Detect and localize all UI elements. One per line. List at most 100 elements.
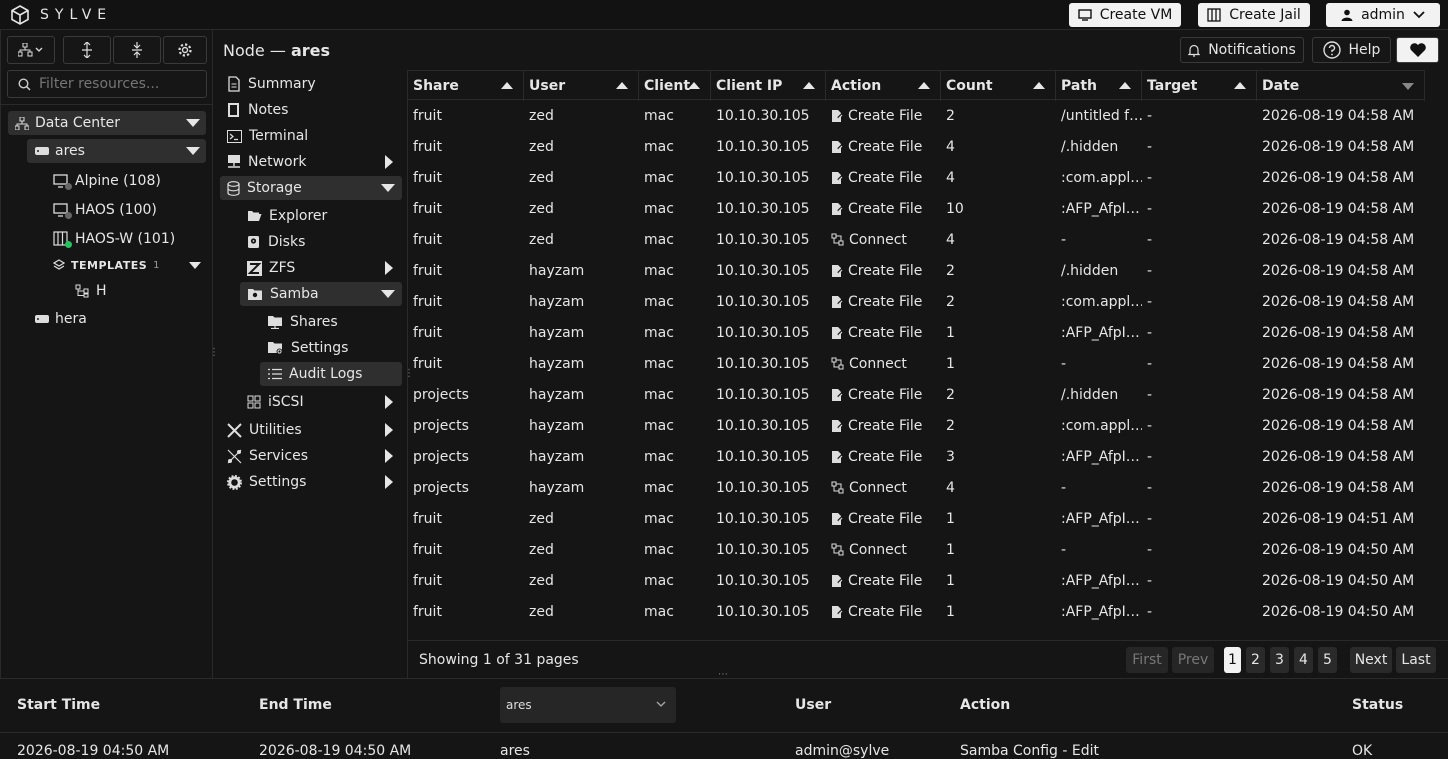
caret-down-icon[interactable]	[189, 262, 201, 269]
menu-iscsi[interactable]: iSCSI	[247, 390, 397, 414]
cell-client: mac	[644, 200, 674, 217]
tree-item-vm-alpine[interactable]: Alpine (108)	[53, 169, 161, 193]
col-start-time[interactable]: Start Time	[17, 697, 100, 713]
tree-item-node-hera[interactable]: hera	[35, 307, 87, 331]
sort-desc-icon[interactable]	[1402, 83, 1414, 90]
menu-samba[interactable]: Samba	[240, 282, 402, 306]
sort-asc-icon[interactable]	[1033, 82, 1045, 89]
sort-asc-icon[interactable]	[501, 82, 513, 89]
sort-asc-icon[interactable]	[688, 82, 700, 89]
menu-shares[interactable]: Shares	[267, 310, 338, 334]
tree-item-templates[interactable]: TEMPLATES 1	[53, 253, 206, 277]
table-row[interactable]: fruit zed mac 10.10.30.105 Connect 4 - - 2026-08…	[408, 224, 1425, 255]
sort-asc-icon[interactable]	[918, 82, 930, 89]
caret-down-icon[interactable]	[186, 119, 200, 127]
server-icon	[35, 315, 49, 323]
menu-terminal[interactable]: Terminal	[227, 124, 308, 148]
app-logo[interactable]: SYLVE	[10, 5, 112, 25]
sort-asc-icon[interactable]	[616, 82, 628, 89]
first-page-button[interactable]: First	[1126, 647, 1168, 673]
caret-down-icon[interactable]	[186, 147, 200, 155]
template-icon	[75, 284, 89, 298]
create-vm-button[interactable]: Create VM	[1069, 3, 1181, 27]
donate-button[interactable]	[1396, 37, 1439, 63]
page-button-5[interactable]: 5	[1318, 647, 1337, 673]
col-action[interactable]: Action	[960, 697, 1010, 713]
col-end-time[interactable]: End Time	[259, 697, 332, 713]
menu-settings[interactable]: Settings	[227, 470, 397, 494]
table-row[interactable]: fruit zed mac 10.10.30.105 Connect 1 - - 2026-08…	[408, 534, 1425, 565]
expand-all-button[interactable]	[63, 36, 111, 64]
table-row[interactable]: fruit zed mac 10.10.30.105 Create File 1:AFP_…	[408, 596, 1425, 627]
cell-date: 2026-08-19 04:50 AM	[1262, 603, 1415, 620]
menu-notes[interactable]: Notes	[227, 98, 288, 122]
last-page-button[interactable]: Last	[1396, 647, 1436, 673]
page-button-3[interactable]: 3	[1270, 647, 1289, 673]
menu-audit-logs[interactable]: Audit Logs	[260, 362, 402, 386]
tree-settings-button[interactable]	[163, 36, 207, 64]
tree-item-node-ares[interactable]: ares	[27, 139, 206, 163]
table-row[interactable]: projects hayzam mac 10.10.30.105 Create File…	[408, 410, 1425, 441]
prev-page-button[interactable]: Prev	[1172, 647, 1214, 673]
col-user[interactable]: User	[795, 697, 831, 713]
page-button-4[interactable]: 4	[1294, 647, 1313, 673]
table-row[interactable]: fruit zed mac 10.10.30.105 Create File 1:AFP_…	[408, 503, 1425, 534]
tree-view-dropdown[interactable]	[7, 36, 55, 64]
tree-item-vm-haos[interactable]: HAOS (100)	[53, 198, 157, 222]
table-row[interactable]: fruit hayzam mac 10.10.30.105 Create File 2:c…	[408, 286, 1425, 317]
column-header-action[interactable]: Action	[826, 71, 941, 101]
table-row[interactable]: projects hayzam mac 10.10.30.105 Create File…	[408, 379, 1425, 410]
column-header-user[interactable]: User	[524, 71, 639, 101]
connect-icon	[831, 233, 844, 246]
next-page-button[interactable]: Next	[1350, 647, 1392, 673]
collapse-all-button[interactable]	[113, 36, 161, 64]
cell-count: 2	[946, 262, 955, 279]
menu-samba-settings[interactable]: Settings	[267, 336, 348, 360]
page-button-2[interactable]: 2	[1246, 647, 1265, 673]
column-header-count[interactable]: Count	[941, 71, 1056, 101]
sort-asc-icon[interactable]	[803, 82, 815, 89]
table-row[interactable]: fruit zed mac 10.10.30.105 Create File 4:com.…	[408, 162, 1425, 193]
search-icon	[18, 77, 31, 91]
table-row[interactable]: projects hayzam mac 10.10.30.105 Create File…	[408, 441, 1425, 472]
column-header-client-ip[interactable]: Client IP	[711, 71, 826, 101]
menu-disks[interactable]: Disks	[247, 230, 305, 254]
table-row[interactable]: projects hayzam mac 10.10.30.105 Connect 4 - - 2…	[408, 472, 1425, 503]
column-header-target[interactable]: Target	[1142, 71, 1257, 101]
column-header-path[interactable]: Path	[1056, 71, 1142, 101]
column-header-share[interactable]: Share	[408, 71, 524, 101]
menu-summary[interactable]: Summary	[227, 72, 316, 96]
menu-explorer[interactable]: Explorer	[247, 204, 327, 228]
table-row[interactable]: fruit hayzam mac 10.10.30.105 Create File 2 /.…	[408, 255, 1425, 286]
sort-asc-icon[interactable]	[1119, 82, 1131, 89]
page-button-1[interactable]: 1	[1224, 647, 1241, 673]
cell-share: fruit	[413, 169, 442, 186]
table-row[interactable]: fruit hayzam mac 10.10.30.105 Create File 1:A…	[408, 317, 1425, 348]
tree-item-template-h[interactable]: H	[75, 279, 107, 303]
cell-client-ip: 10.10.30.105	[716, 231, 810, 248]
sort-asc-icon[interactable]	[1234, 82, 1246, 89]
filter-resources[interactable]	[7, 70, 207, 98]
help-button[interactable]: Help	[1312, 37, 1391, 63]
table-row[interactable]: fruit zed mac 10.10.30.105 Create File 2/unti…	[408, 100, 1425, 131]
menu-services[interactable]: Services	[227, 444, 397, 468]
column-header-client[interactable]: Client	[639, 71, 711, 101]
table-row[interactable]: fruit zed mac 10.10.30.105 Create File 4 /.hid…	[408, 131, 1425, 162]
cell-count: 1	[946, 572, 955, 589]
menu-storage[interactable]: Storage	[220, 176, 402, 200]
menu-zfs[interactable]: ZFS	[247, 256, 397, 280]
create-jail-button[interactable]: Create Jail	[1198, 3, 1310, 27]
tree-item-datacenter[interactable]: Data Center	[8, 111, 206, 135]
node-select[interactable]: ares	[500, 687, 676, 723]
user-menu-button[interactable]: admin	[1326, 3, 1440, 27]
tree-item-jail-haos-w[interactable]: HAOS-W (101)	[53, 227, 175, 251]
col-status[interactable]: Status	[1352, 697, 1403, 713]
column-header-date[interactable]: Date	[1257, 71, 1425, 101]
table-row[interactable]: fruit zed mac 10.10.30.105 Create File 1:AFP_…	[408, 565, 1425, 596]
filter-input[interactable]	[39, 76, 199, 92]
menu-utilities[interactable]: Utilities	[227, 418, 397, 442]
table-row[interactable]: fruit zed mac 10.10.30.105 Create File 10:AFP…	[408, 193, 1425, 224]
table-row[interactable]: fruit hayzam mac 10.10.30.105 Connect 1 - - 2026…	[408, 348, 1425, 379]
menu-network[interactable]: Network	[227, 150, 397, 174]
notifications-button[interactable]: Notifications	[1180, 37, 1304, 63]
